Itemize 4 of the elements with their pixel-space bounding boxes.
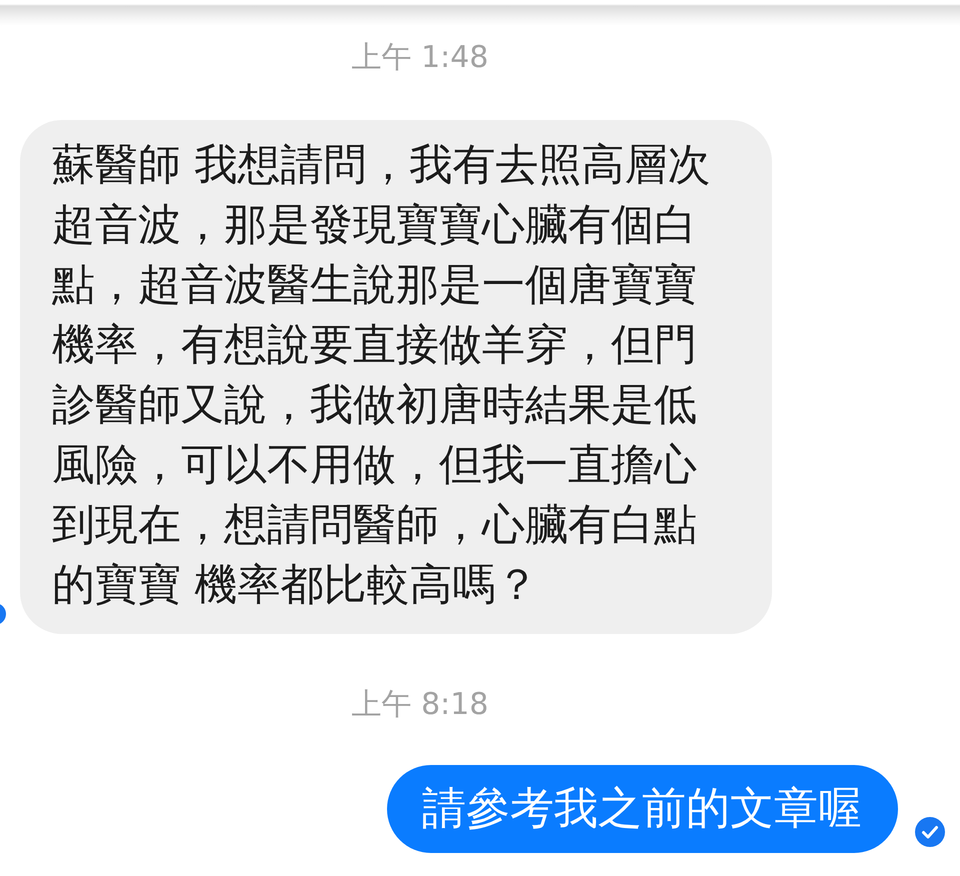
message-timestamp: 上午 8:18 (352, 686, 488, 724)
message-timestamp: 上午 1:48 (352, 39, 488, 77)
message-text: 請參考我之前的文章喔 (422, 783, 862, 835)
message-text: 蘇醫師 我想請問，我有去照高層次超音波，那是發現寶寶心臟有個白點，超音波醫生說那是一個唐寶寶機率，有想說要直接做羊穿，但門診醫師又說，我做初唐時結果是低風險，可以不用做，但我一直擔心到現在，想請問醫師，心臟有白點的寶寶 機率都比較高嗎？ (52, 139, 712, 612)
